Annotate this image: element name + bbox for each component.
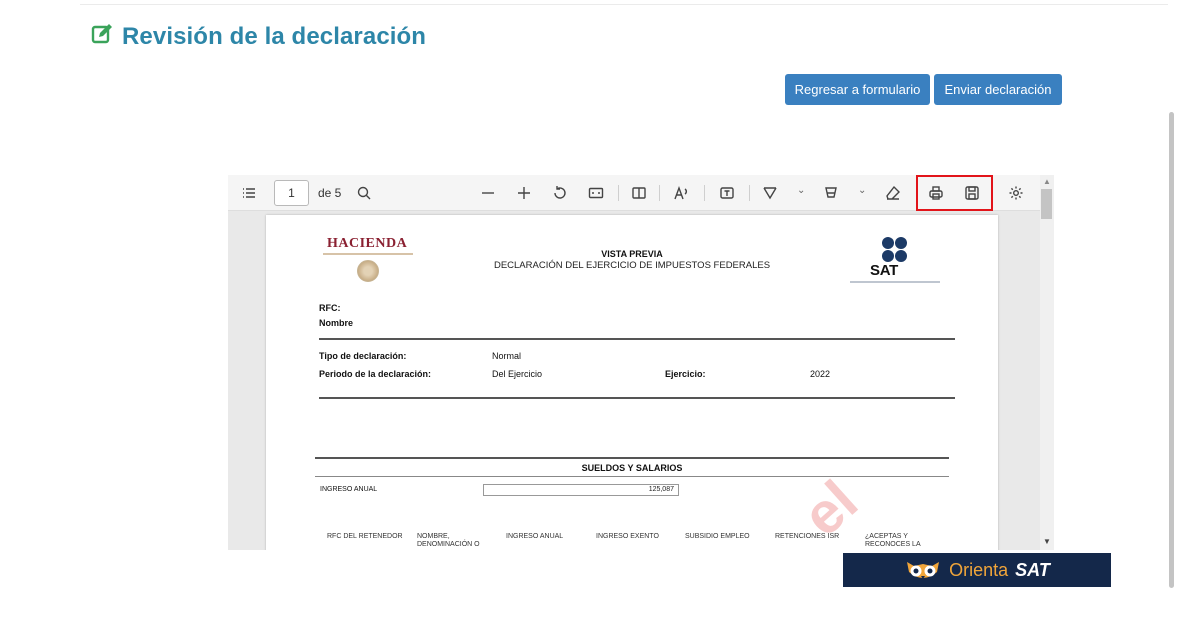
print-save-highlight: [916, 175, 993, 211]
send-declaration-button[interactable]: Enviar declaración: [934, 74, 1062, 105]
ingreso-label: INGRESO ANUAL: [320, 486, 378, 493]
ingreso-value: 125,087: [483, 484, 679, 496]
toolbar-separator: [749, 185, 750, 201]
top-divider: [80, 4, 1168, 5]
settings-icon[interactable]: [1007, 184, 1025, 202]
draw-icon[interactable]: [761, 184, 779, 202]
page-number-input[interactable]: 1: [274, 180, 309, 206]
page-total: de 5: [318, 186, 342, 200]
divider: [319, 338, 955, 340]
page-title: Revisión de la declaración: [122, 22, 427, 50]
pdf-toolbar: 1 de 5 ⌄ ⌄: [228, 175, 1040, 211]
rfc-label: RFC:: [319, 303, 341, 313]
column-header: INGRESO EXENTO: [596, 533, 659, 540]
chevron-down-icon[interactable]: ⌄: [858, 185, 866, 196]
column-header: RFC DEL RETENEDOR: [327, 533, 403, 540]
text-box-icon[interactable]: [718, 184, 736, 202]
page-header: Revisión de la declaración: [90, 22, 426, 51]
search-icon[interactable]: [355, 184, 373, 202]
divider: [319, 397, 955, 399]
orienta-sat-badge: Orienta SAT: [843, 553, 1111, 587]
scroll-up-icon[interactable]: ▲: [1043, 177, 1051, 186]
read-aloud-icon[interactable]: [672, 184, 690, 202]
column-header: ¿ACEPTAS Y RECONOCES LA: [865, 533, 921, 548]
owl-icon: [907, 562, 940, 579]
periodo-value: Del Ejercicio: [492, 369, 543, 379]
column-header: SUBSIDIO EMPLEO: [685, 533, 750, 540]
highlight-icon[interactable]: [822, 184, 840, 202]
zoom-out-icon[interactable]: [479, 184, 497, 202]
section-title: SUELDOS Y SALARIOS: [581, 463, 683, 473]
toolbar-separator: [618, 185, 619, 201]
chevron-down-icon[interactable]: ⌄: [797, 185, 805, 196]
tipo-label: Tipo de declaración:: [319, 351, 407, 361]
rotate-icon[interactable]: [551, 184, 569, 202]
orienta-text: Orienta: [949, 559, 1009, 580]
divider: [315, 457, 949, 459]
pdf-viewer: 1 de 5 ⌄ ⌄ HACIENDA VISTA PREVIA DECLARA…: [228, 175, 1054, 550]
back-to-form-button[interactable]: Regresar a formulario: [785, 74, 930, 105]
scroll-down-icon[interactable]: ▼: [1043, 537, 1051, 546]
eraser-icon[interactable]: [884, 184, 902, 202]
fit-width-icon[interactable]: [587, 184, 605, 202]
edit-icon: [90, 22, 114, 51]
column-header: NOMBRE, DENOMINACIÓN O: [417, 533, 480, 548]
sat-logo: SAT: [850, 237, 940, 283]
pdf-page: HACIENDA VISTA PREVIA DECLARACIÓN DEL EJ…: [266, 215, 998, 550]
sat-dots-icon: [882, 237, 908, 263]
toolbar-separator: [659, 185, 660, 201]
column-header: INGRESO ANUAL: [506, 533, 564, 540]
orienta-sat-text: SAT: [1015, 559, 1050, 580]
two-page-icon[interactable]: [630, 184, 648, 202]
sat-logo-underline: [850, 281, 940, 283]
tipo-value: Normal: [492, 351, 522, 361]
nombre-label: Nombre: [319, 318, 354, 328]
divider: [315, 476, 949, 477]
toolbar-separator: [704, 185, 705, 201]
toc-icon[interactable]: [240, 184, 258, 202]
zoom-in-icon[interactable]: [515, 184, 533, 202]
ejercicio-label: Ejercicio:: [665, 369, 706, 379]
periodo-label: Periodo de la declaración:: [319, 369, 432, 379]
page-scrollbar[interactable]: [1169, 112, 1174, 588]
viewer-scrollbar[interactable]: [1040, 175, 1054, 550]
sat-logo-text: SAT: [870, 262, 898, 279]
ejercicio-value: 2022: [810, 369, 831, 379]
viewer-scrollbar-thumb[interactable]: [1041, 189, 1052, 219]
